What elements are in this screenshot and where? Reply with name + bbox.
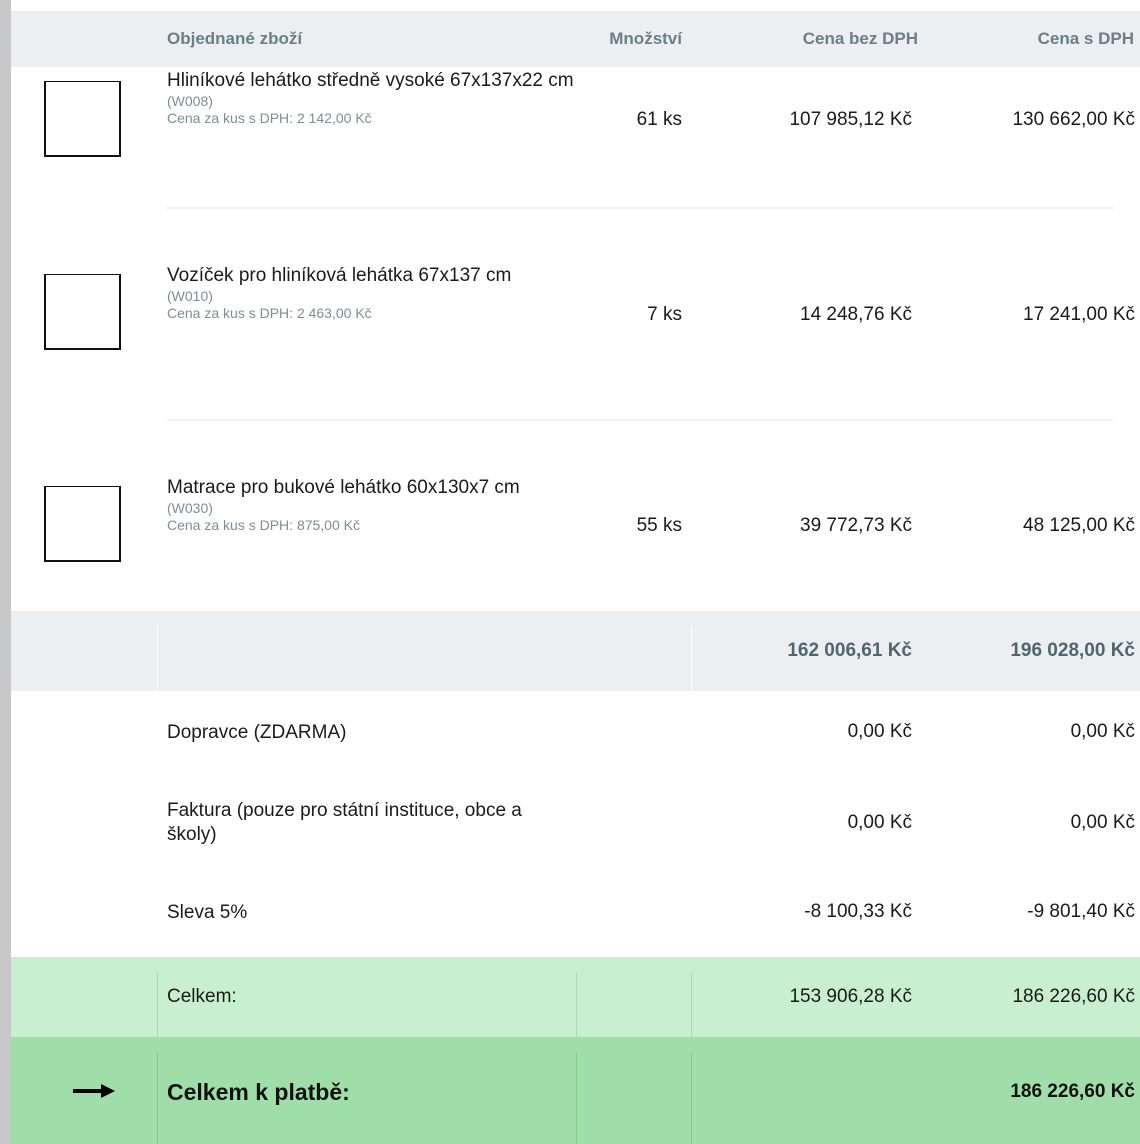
- left-edge-bar: [0, 0, 11, 1144]
- subtotal-price-net: 162 006,61 Kč: [787, 640, 912, 661]
- fee-price-gross: 0,00 Kč: [1070, 812, 1135, 833]
- table-row: Vozíček pro hliníková lehátka 67x137 cm …: [11, 264, 1140, 464]
- product-code: (W010): [167, 288, 213, 304]
- header-item: Objednané zboží: [167, 29, 303, 48]
- product-price-net: 107 985,12 Kč: [789, 109, 912, 130]
- product-quantity: 7 ks: [647, 304, 682, 325]
- fee-label: Sleva 5%: [167, 902, 248, 923]
- fee-price-net: -8 100,33 Kč: [804, 901, 912, 922]
- total-price-net: 153 906,28 Kč: [789, 986, 912, 1007]
- arrow-right-icon: [73, 1084, 115, 1098]
- fee-label: Faktura (pouze pro státní instituce, obc…: [167, 800, 522, 845]
- fee-price-gross: -9 801,40 Kč: [1027, 901, 1135, 922]
- column-separator: [157, 1053, 158, 1144]
- header-quantity: Množství: [609, 29, 682, 48]
- payment-row: Faktura (pouze pro státní instituce, obc…: [11, 779, 1140, 867]
- product-unit-price: Cena za kus s DPH: 875,00 Kč: [167, 517, 360, 533]
- product-name[interactable]: Vozíček pro hliníková lehátka 67x137 cm: [167, 265, 511, 286]
- header-price-gross: Cena s DPH: [1037, 29, 1134, 48]
- product-quantity: 55 ks: [636, 515, 682, 536]
- total-label: Celkem:: [167, 986, 237, 1007]
- subtotal-row: 162 006,61 Kč 196 028,00 Kč: [11, 611, 1140, 691]
- product-thumbnail[interactable]: [44, 486, 121, 562]
- product-price-net: 14 248,76 Kč: [800, 304, 912, 325]
- product-price-net: 39 772,73 Kč: [800, 515, 912, 536]
- product-name[interactable]: Matrace pro bukové lehátko 60x130x7 cm: [167, 477, 520, 498]
- column-separator: [691, 973, 692, 1037]
- column-separator: [691, 625, 692, 691]
- discount-row: Sleva 5% -8 100,33 Kč -9 801,40 Kč: [11, 867, 1140, 955]
- header-price-net: Cena bez DPH: [802, 29, 918, 48]
- fee-label: Dopravce (ZDARMA): [167, 722, 347, 743]
- product-code: (W008): [167, 93, 213, 109]
- column-separator: [576, 973, 577, 1037]
- payable-row: Celkem k platbě: 186 226,60 Kč: [11, 1037, 1140, 1144]
- product-unit-price: Cena za kus s DPH: 2 463,00 Kč: [167, 305, 372, 321]
- product-code: (W030): [167, 500, 213, 516]
- product-thumbnail[interactable]: [44, 81, 121, 157]
- subtotal-price-gross: 196 028,00 Kč: [1010, 640, 1135, 661]
- column-separator: [691, 1053, 692, 1144]
- payable-label: Celkem k platbě:: [167, 1079, 350, 1105]
- product-price-gross: 17 241,00 Kč: [1023, 304, 1135, 325]
- column-separator: [157, 625, 158, 691]
- row-divider: [167, 419, 1113, 421]
- table-row: Hliníkové lehátko středně vysoké 67x137x…: [11, 67, 1140, 267]
- column-separator: [576, 1053, 577, 1144]
- payable-price-gross: 186 226,60 Kč: [1010, 1081, 1135, 1102]
- product-price-gross: 130 662,00 Kč: [1012, 109, 1135, 130]
- total-price-gross: 186 226,60 Kč: [1012, 986, 1135, 1007]
- column-separator: [157, 973, 158, 1037]
- fee-price-net: 0,00 Kč: [847, 812, 912, 833]
- product-price-gross: 48 125,00 Kč: [1023, 515, 1135, 536]
- product-info: Hliníkové lehátko středně vysoké 67x137x…: [167, 69, 587, 127]
- product-name[interactable]: Hliníkové lehátko středně vysoké 67x137x…: [167, 70, 574, 91]
- product-unit-price: Cena za kus s DPH: 2 142,00 Kč: [167, 110, 372, 126]
- product-info: Vozíček pro hliníková lehátka 67x137 cm …: [167, 264, 587, 322]
- row-divider: [167, 207, 1113, 209]
- table-header: Objednané zboží Množství Cena bez DPH Ce…: [11, 11, 1140, 67]
- product-quantity: 61 ks: [636, 109, 682, 130]
- shipping-row: Dopravce (ZDARMA) 0,00 Kč 0,00 Kč: [11, 691, 1140, 779]
- fee-price-gross: 0,00 Kč: [1070, 721, 1135, 742]
- fee-price-net: 0,00 Kč: [847, 721, 912, 742]
- product-thumbnail[interactable]: [44, 274, 121, 350]
- total-row: Celkem: 153 906,28 Kč 186 226,60 Kč: [11, 957, 1140, 1037]
- product-info: Matrace pro bukové lehátko 60x130x7 cm (…: [167, 476, 587, 534]
